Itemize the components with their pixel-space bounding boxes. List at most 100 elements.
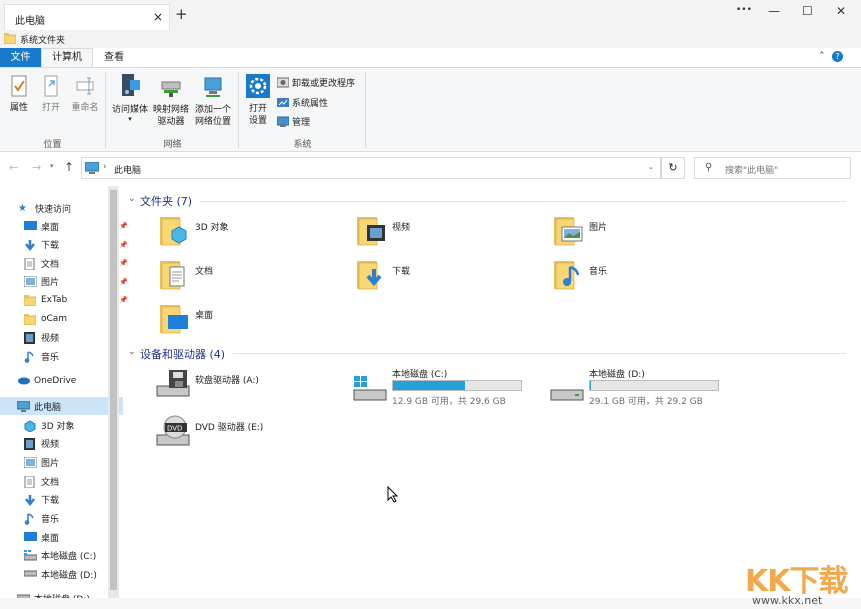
cloud-icon xyxy=(17,376,30,387)
sidebar-item-label: 本地磁盘 (D:) xyxy=(41,571,97,582)
downloads-folder-icon xyxy=(355,257,389,294)
tab-file[interactable]: 文件 xyxy=(0,48,41,67)
sidebar-onedrive[interactable]: OneDrive xyxy=(0,372,123,390)
group-location-label: 位置 xyxy=(43,140,62,150)
drive-c[interactable]: 本地磁盘 (C:) 12.9 GB 可用，共 29.6 GB xyxy=(352,366,527,408)
hard-drive-icon xyxy=(23,569,38,580)
sidebar-scrollbar-thumb[interactable] xyxy=(110,190,117,590)
dvd-drive[interactable]: DVD DVD 驱动器 (E:) xyxy=(155,413,325,449)
tab-close-icon[interactable]: × xyxy=(153,10,163,24)
quick-access-label: 快速访问 xyxy=(35,204,72,215)
minimize-button[interactable]: — xyxy=(768,4,780,18)
folders-divider xyxy=(200,201,846,202)
folder-item[interactable]: 3D 对象 xyxy=(158,213,328,249)
drive-c-usage-bar xyxy=(392,380,522,391)
this-pc-label: 此电脑 xyxy=(34,402,62,413)
folder-icon xyxy=(23,313,37,325)
devices-divider xyxy=(233,353,846,354)
more-button[interactable]: ••• xyxy=(736,5,752,15)
close-button[interactable]: ✕ xyxy=(836,4,846,18)
navigation-pane: ★ 快速访问 桌面 📌 下载 📌 文档 📌 图片 📌 ExTab 📌 oCam 视频 音乐 OneDri… xyxy=(0,186,128,609)
manage-button[interactable]: 管理 xyxy=(277,115,310,128)
address-bar[interactable]: › 此电脑 ⌄ xyxy=(81,157,661,179)
back-icon[interactable]: ← xyxy=(9,161,18,174)
open-label: 打开 xyxy=(41,103,60,113)
open-settings-button[interactable]: 打开 设置 xyxy=(243,73,273,127)
drive-d[interactable]: 本地磁盘 (D:) 29.1 GB 可用，共 29.2 GB xyxy=(549,366,724,408)
open-icon xyxy=(44,75,58,97)
tab-label: 此电脑 xyxy=(15,16,45,27)
properties-button[interactable]: 属性 xyxy=(5,74,33,114)
3d-objects-folder-icon xyxy=(158,213,192,250)
folder-item[interactable]: 文档 xyxy=(158,257,328,293)
pin-icon: 📌 xyxy=(119,296,128,305)
folder-label: 图片 xyxy=(589,223,608,233)
dvd-drive-icon: DVD xyxy=(156,415,190,446)
new-tab-button[interactable]: + xyxy=(175,5,188,23)
strip-label: 系统文件夹 xyxy=(20,36,66,46)
pictures-icon xyxy=(23,456,38,469)
pin-icon: 📌 xyxy=(119,259,128,268)
devices-header[interactable]: 设备和驱动器 (4) xyxy=(140,346,225,362)
folder-item[interactable]: 图片 xyxy=(552,213,722,249)
add-network-location-button[interactable]: 添加一个 网络位置 xyxy=(192,72,234,128)
folder-icon xyxy=(23,294,37,307)
tab-this-pc[interactable]: 此电脑 × xyxy=(4,4,170,30)
document-icon xyxy=(24,257,36,271)
drive-d-free-space: 29.1 GB 可用，共 29.2 GB xyxy=(589,397,703,407)
up-icon[interactable]: ↑ xyxy=(64,160,74,174)
download-icon xyxy=(24,494,36,507)
folders-collapse-icon[interactable]: ⌄ xyxy=(128,194,136,204)
video-icon xyxy=(24,332,36,345)
folders-header[interactable]: 文件夹 (7) xyxy=(140,193,192,209)
recent-locations-icon[interactable]: ▾ xyxy=(50,162,54,170)
folder-label: 桌面 xyxy=(195,311,214,321)
sidebar-this-pc[interactable]: 此电脑 xyxy=(0,397,123,415)
sidebar-quick-access[interactable]: ★ 快速访问 xyxy=(0,199,124,217)
open-settings-label-2: 设置 xyxy=(248,116,267,126)
folder-item[interactable]: 视频 xyxy=(355,213,525,249)
folder-item[interactable]: 音乐 xyxy=(552,257,722,293)
sidebar-item-label: 本地磁盘 (C:) xyxy=(41,552,97,563)
maximize-button[interactable]: ☐ xyxy=(802,4,813,18)
rename-label: 重命名 xyxy=(71,103,99,113)
group-network-label: 网络 xyxy=(163,140,182,150)
collapse-ribbon-icon[interactable]: ⌃ xyxy=(818,51,826,61)
ribbon-tabs: 文件 计算机 查看 ⌃ ? xyxy=(0,48,861,67)
system-properties-button[interactable]: 系统属性 xyxy=(277,96,328,109)
sidebar-item-label: 桌面 xyxy=(41,533,60,544)
onedrive-label: OneDrive xyxy=(34,376,77,386)
sidebar-item-label: 下载 xyxy=(41,241,60,252)
drive-c-usage-fill xyxy=(393,381,466,390)
rename-button[interactable]: 重命名 xyxy=(68,74,102,114)
music-icon xyxy=(24,513,36,525)
ribbon: 属性 打开 重命名 位置 访问媒体 ▾ 映射网络 驱动器 添加一个 网络位置 网… xyxy=(0,67,861,152)
folder-item[interactable]: 桌面 xyxy=(158,301,328,337)
open-button[interactable]: 打开 xyxy=(37,74,65,114)
folder-item[interactable]: 下载 xyxy=(355,257,525,293)
search-icon: ⚲ xyxy=(705,162,713,173)
floppy-drive[interactable]: 软盘驱动器 (A:) xyxy=(155,368,325,404)
drive-c-label: 本地磁盘 (C:) xyxy=(392,370,448,380)
mouse-cursor-icon xyxy=(387,486,399,503)
forward-icon[interactable]: → xyxy=(32,161,41,174)
uninstall-button[interactable]: 卸载或更改程序 xyxy=(277,76,355,89)
dvd-drive-label: DVD 驱动器 (E:) xyxy=(195,423,264,433)
help-button[interactable]: ? xyxy=(832,51,843,62)
sidebar-item-label: oCam xyxy=(41,314,68,324)
access-media-button[interactable]: 访问媒体 ▾ xyxy=(109,72,151,123)
network-drive-icon xyxy=(161,81,181,97)
address-path[interactable]: 此电脑 xyxy=(114,163,141,176)
location-strip: 系统文件夹 xyxy=(0,30,861,48)
map-network-drive-button[interactable]: 映射网络 驱动器 xyxy=(151,72,191,128)
sidebar-item-label: 文档 xyxy=(41,477,60,488)
address-dropdown-icon[interactable]: ⌄ xyxy=(648,163,654,171)
refresh-button[interactable]: ↻ xyxy=(661,157,685,179)
search-box[interactable]: ⚲ 搜索"此电脑" xyxy=(694,157,851,179)
tab-view[interactable]: 查看 xyxy=(96,48,132,67)
tab-computer[interactable]: 计算机 xyxy=(41,48,93,67)
folder-label: 3D 对象 xyxy=(195,223,229,233)
folder-label: 文档 xyxy=(195,267,214,277)
search-input[interactable]: 搜索"此电脑" xyxy=(725,163,778,176)
devices-collapse-icon[interactable]: ⌄ xyxy=(128,347,136,357)
